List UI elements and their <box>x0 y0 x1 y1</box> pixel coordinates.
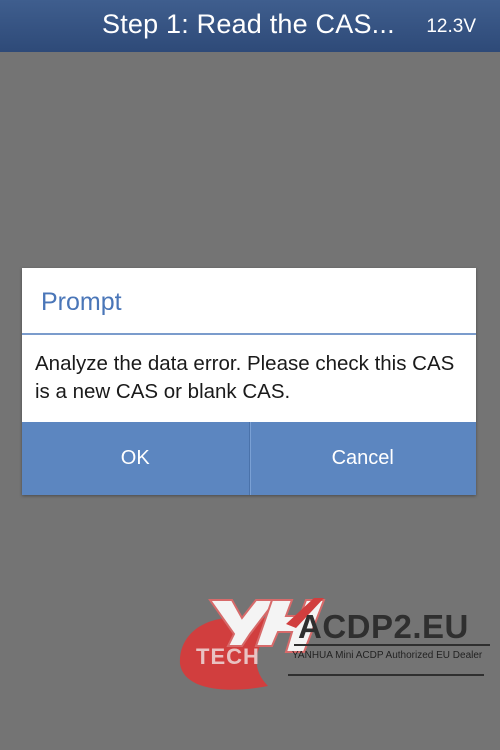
watermark: TECH ACDP2.EU YANHUA Mini ACDP Authorize… <box>176 594 496 700</box>
dialog-divider <box>22 333 476 335</box>
watermark-tagline: YANHUA Mini ACDP Authorized EU Dealer <box>292 650 483 661</box>
watermark-brand: ACDP2.EU <box>298 608 469 645</box>
voltage-readout: 12.3V <box>426 16 476 37</box>
ok-button[interactable]: OK <box>22 422 249 495</box>
dialog-button-bar: OK Cancel <box>22 422 476 495</box>
dialog-message: Analyze the data error. Please check thi… <box>35 352 455 403</box>
page-title: Step 1: Read the CAS... <box>102 9 395 39</box>
cancel-button[interactable]: Cancel <box>250 422 477 495</box>
app-screen: Step 1: Read the CAS... 12.3V Prompt Ana… <box>0 0 500 750</box>
top-bar: Step 1: Read the CAS... 12.3V <box>0 0 500 52</box>
dialog-title: Prompt <box>41 288 122 316</box>
prompt-dialog: Prompt Analyze the data error. Please ch… <box>22 268 476 495</box>
logo-tech-text: TECH <box>196 644 260 669</box>
